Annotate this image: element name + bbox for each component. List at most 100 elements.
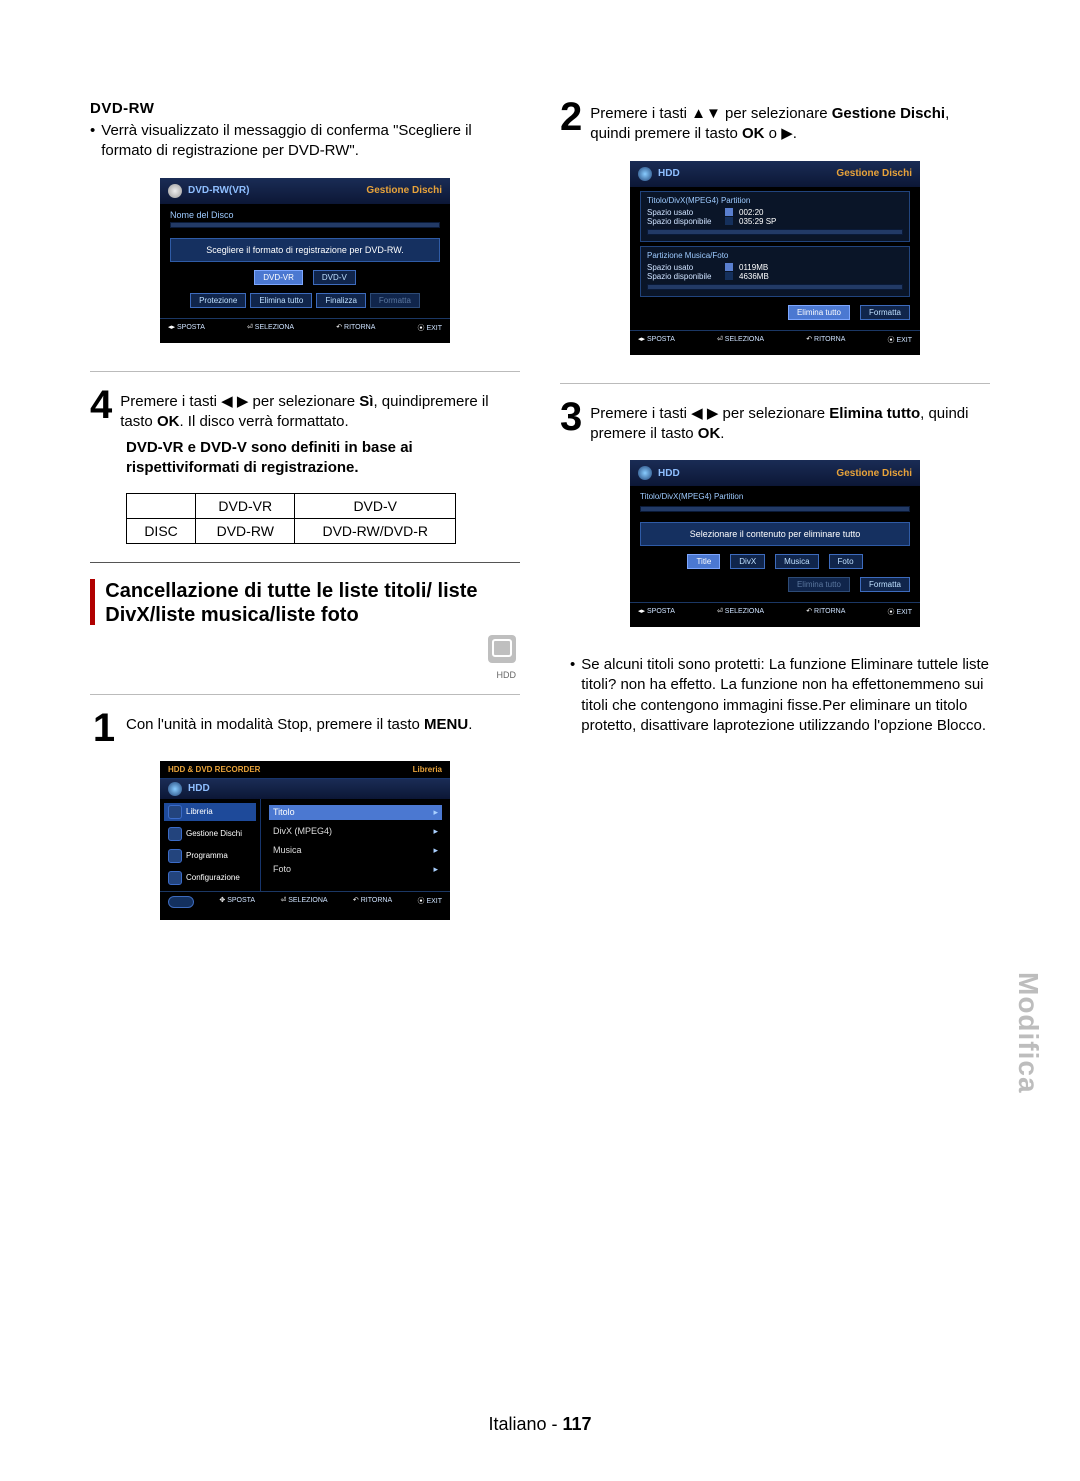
osd-erase-all: HDD Gestione Dischi Titolo/DivX(MPEG4) P… bbox=[630, 460, 920, 627]
osd2-menu-programme: Programma bbox=[164, 847, 256, 865]
hdd-small-icon bbox=[168, 782, 182, 796]
osd3-btn-erase: Elimina tutto bbox=[788, 305, 850, 320]
osd2-title: HDD & DVD RECORDER bbox=[168, 765, 260, 774]
osd3-p1-bar bbox=[647, 229, 903, 235]
osd1-name-field bbox=[170, 222, 440, 228]
square-icon bbox=[725, 217, 733, 225]
section-redbar bbox=[90, 579, 95, 625]
osd3-p1-used: Spazio usato002:20 bbox=[647, 208, 903, 217]
right-note-text: Se alcuni titoli sono protetti: La funzi… bbox=[581, 655, 990, 736]
chevron-right-icon: ▸ bbox=[433, 864, 438, 875]
right-column: 2 Premere i tasti ▲▼ per selezionare Ges… bbox=[560, 100, 990, 948]
chevron-right-icon: ▸ bbox=[433, 807, 438, 818]
step-1-number: 1 bbox=[90, 711, 118, 745]
formats-r1c2: DVD-RW/DVD-R bbox=[295, 518, 456, 543]
osd3-p2-used: Spazio usato0119MB bbox=[647, 263, 903, 272]
osd2-topbar: HDD & DVD RECORDER Libreria bbox=[160, 761, 450, 779]
osd3-part2-title: Partizione Musica/Foto bbox=[647, 251, 903, 260]
osd3-device: HDD bbox=[658, 168, 680, 179]
library-icon bbox=[168, 805, 182, 819]
osd3-p1-free: Spazio disponibile035:29 SP bbox=[647, 217, 903, 226]
osd2-device: HDD bbox=[160, 779, 450, 799]
step-3: 3 Premere i tasti ◀ ▶ per selezionare El… bbox=[560, 400, 990, 445]
formats-r1c0: DISC bbox=[127, 518, 196, 543]
divider bbox=[90, 371, 520, 372]
dvdrw-bullet: • Verrà visualizzato il messaggio di con… bbox=[90, 121, 520, 162]
page-footer: Italiano - 117 bbox=[0, 1414, 1080, 1435]
hdd-icon bbox=[488, 635, 516, 663]
osd2-foot-ret: ↶ RITORNA bbox=[353, 896, 392, 910]
setup-icon bbox=[168, 871, 182, 885]
osd4-btn-title: Title bbox=[687, 554, 720, 569]
osd3-body: Titolo/DivX(MPEG4) Partition Spazio usat… bbox=[630, 187, 920, 330]
step-2-number: 2 bbox=[560, 100, 582, 134]
osd4-bottom-row: Elimina tutto Formatta bbox=[640, 577, 910, 592]
osd-disc-manager: HDD Gestione Dischi Titolo/DivX(MPEG4) P… bbox=[630, 161, 920, 355]
osd3-foot-move: ◂▸ SPOSTA bbox=[638, 335, 675, 345]
step-2: 2 Premere i tasti ▲▼ per selezionare Ges… bbox=[560, 100, 990, 145]
osd2-device-name: HDD bbox=[188, 783, 210, 794]
dvdrw-bullet-text: Verrà visualizzato il messaggio di confe… bbox=[101, 121, 520, 162]
hdd-small-icon bbox=[638, 167, 652, 181]
osd2-r-photo: Foto▸ bbox=[269, 862, 442, 877]
osd4-foot-sel: ⏎ SELEZIONA bbox=[717, 607, 764, 617]
left-column: DVD-RW • Verrà visualizzato il messaggio… bbox=[90, 100, 520, 948]
osd3-p2-free: Spazio disponibile4636MB bbox=[647, 272, 903, 281]
osd4-btn-erase: Elimina tutto bbox=[788, 577, 850, 592]
osd2-r-music: Musica▸ bbox=[269, 843, 442, 858]
osd1-top-right: Gestione Dischi bbox=[366, 185, 442, 196]
osd2-footer: ✥ SPOSTA ⏎ SELEZIONA ↶ RITORNA ⦿ EXIT bbox=[160, 891, 450, 916]
square-icon bbox=[725, 272, 733, 280]
square-icon bbox=[725, 263, 733, 271]
disc-icon bbox=[168, 184, 182, 198]
osd2-right-list: Titolo▸ DivX (MPEG4)▸ Musica▸ Foto▸ bbox=[260, 799, 450, 891]
osd4-foot-ret: ↶ RITORNA bbox=[806, 607, 845, 617]
side-tab: Modifica bbox=[1012, 972, 1044, 1094]
osd1-btn-vr: DVD-VR bbox=[254, 270, 303, 285]
osd-dvdrw-format: DVD-RW(VR) Gestione Dischi Nome del Disc… bbox=[160, 178, 450, 343]
osd3-foot-sel: ⏎ SELEZIONA bbox=[717, 335, 764, 345]
formats-h2: DVD-V bbox=[295, 493, 456, 518]
hdd-icon-wrap: HDD bbox=[90, 635, 516, 680]
step-1-text: Con l'unità in modalità Stop, premere il… bbox=[126, 711, 472, 735]
step-1: 1 Con l'unità in modalità Stop, premere … bbox=[90, 711, 520, 745]
step-4-number: 4 bbox=[90, 388, 112, 422]
formats-r1c1: DVD-RW bbox=[196, 518, 295, 543]
formats-h0 bbox=[127, 493, 196, 518]
formats-note: DVD-VR e DVD-V sono definiti in base ai … bbox=[90, 438, 520, 479]
osd3-btn-row: Elimina tutto Formatta bbox=[640, 305, 910, 320]
osd2-body: Libreria Gestione Dischi Programma Confi… bbox=[160, 799, 450, 891]
osd1-btn-v: DVD-V bbox=[313, 270, 356, 285]
osd2-foot-sel: ⏎ SELEZIONA bbox=[280, 896, 327, 910]
osd2-foot-move: ✥ SPOSTA bbox=[219, 896, 255, 910]
osd4-part1-title: Titolo/DivX(MPEG4) Partition bbox=[640, 490, 910, 503]
osd1-bottom-btns: Protezione Elimina tutto Finalizza Forma… bbox=[170, 293, 440, 308]
osd1-btn-finalize: Finalizza bbox=[316, 293, 366, 308]
page: DVD-RW • Verrà visualizzato il messaggio… bbox=[0, 0, 1080, 1481]
hdd-small-icon bbox=[638, 466, 652, 480]
osd4-foot-exit: ⦿ EXIT bbox=[887, 607, 912, 617]
osd4-device: HDD bbox=[658, 468, 680, 479]
osd2-menu-discmgr: Gestione Dischi bbox=[164, 825, 256, 843]
right-note-bullet: • Se alcuni titoli sono protetti: La fun… bbox=[560, 655, 990, 736]
osd1-fmt-row: DVD-VR DVD-V bbox=[170, 270, 440, 285]
osd1-title: DVD-RW(VR) bbox=[188, 185, 249, 196]
osd3-part2: Partizione Musica/Foto Spazio usato0119M… bbox=[640, 246, 910, 297]
osd1-body: Nome del Disco Scegliere il formato di r… bbox=[160, 204, 450, 318]
osd2-anykey bbox=[168, 896, 194, 910]
step-4-text: Premere i tasti ◀ ▶ per selezionare Sì, … bbox=[120, 388, 520, 433]
osd1-message: Scegliere il formato di registrazione pe… bbox=[170, 238, 440, 262]
step-4: 4 Premere i tasti ◀ ▶ per selezionare Sì… bbox=[90, 388, 520, 433]
dvdrw-heading: DVD-RW bbox=[90, 100, 520, 117]
osd4-btn-divx: DivX bbox=[730, 554, 765, 569]
divider bbox=[560, 383, 990, 384]
osd3-foot-ret: ↶ RITORNA bbox=[806, 335, 845, 345]
osd4-foot-move: ◂▸ SPOSTA bbox=[638, 607, 675, 617]
anykey-icon bbox=[168, 896, 194, 908]
osd1-foot-exit: ⦿ EXIT bbox=[417, 323, 442, 333]
chevron-right-icon: ▸ bbox=[433, 826, 438, 837]
hdd-icon-label: HDD bbox=[90, 670, 516, 680]
osd1-foot-move: ◂▸ SPOSTA bbox=[168, 323, 205, 333]
square-icon bbox=[725, 208, 733, 216]
osd1-foot-sel: ⏎ SELEZIONA bbox=[247, 323, 294, 333]
